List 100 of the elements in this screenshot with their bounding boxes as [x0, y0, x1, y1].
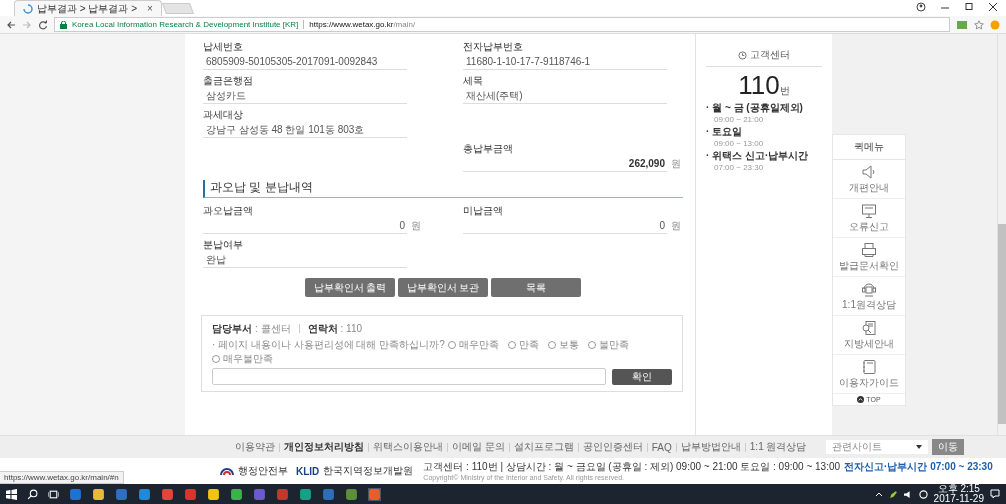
app-icon[interactable]	[345, 487, 358, 501]
status-url: https://www.wetax.go.kr/main/#n	[0, 471, 124, 484]
maximize-icon[interactable]	[964, 1, 974, 12]
field-label: 총납부금액	[463, 142, 514, 155]
field-label: 분납여부	[203, 238, 244, 251]
scrollbar[interactable]	[997, 34, 1006, 435]
contact-value: : 110	[340, 322, 363, 335]
department-value: : 콜센터	[255, 322, 291, 335]
quick-menu-item[interactable]: 오류신고	[833, 199, 905, 238]
field-label: 전자납부번호	[463, 40, 524, 53]
field-value: 0	[203, 218, 407, 234]
survey-question: · 페이지 내용이나 사용편리성에 대해 만족하십니까?	[212, 338, 445, 351]
field-label: 미납금액	[463, 204, 504, 217]
search-icon[interactable]	[27, 488, 38, 500]
rating-option[interactable]: 매우만족	[447, 338, 499, 351]
url-text: https://www.wetax.go.kr/main/	[309, 20, 416, 29]
comment-field[interactable]	[212, 368, 606, 385]
app-icon[interactable]	[299, 487, 312, 501]
footer-link[interactable]: 위택스이용안내	[373, 440, 443, 454]
institute-name: 한국지역정보개발원	[323, 464, 414, 478]
lock-icon	[60, 20, 67, 29]
address-bar[interactable]: Korea Local Information Research & Development Institute [KR] https://www.wetax.go.kr/main/	[54, 17, 950, 32]
app-icon[interactable]	[368, 487, 381, 501]
close-icon[interactable]	[988, 1, 998, 12]
schedule-label: · 월 ~ 금 (공휴일제외)	[706, 101, 804, 115]
tab-close-button[interactable]: ×	[147, 2, 153, 15]
field-label: 과오납금액	[203, 204, 254, 217]
up-arrow-icon	[857, 396, 865, 403]
action-button[interactable]: 납부확인서 보관	[398, 278, 488, 297]
rating-option[interactable]: 만족	[507, 338, 539, 351]
footer-link[interactable]: 설치프로그램	[513, 440, 574, 454]
pen-icon[interactable]	[888, 489, 898, 499]
quick-menu-item[interactable]: 이용자가이드	[833, 355, 905, 394]
phone-number: 110	[738, 70, 780, 100]
field-label: 납세번호	[203, 40, 244, 53]
quick-menu-item[interactable]: 1:1원격상담	[833, 277, 905, 316]
footer-link[interactable]: FAQ	[651, 441, 672, 453]
loading-icon	[23, 3, 33, 14]
quick-menu-item[interactable]: 개편안내	[833, 160, 905, 199]
quick-menu-title: 퀵메뉴	[833, 135, 905, 160]
monitor-icon	[861, 203, 877, 219]
field-value: 0	[463, 218, 667, 234]
rating-option[interactable]: 매우불만족	[212, 352, 273, 365]
field-value: 11680-1-10-17-7-9118746-1	[463, 54, 667, 70]
field-label: 세목	[463, 74, 484, 87]
quick-menu-item[interactable]: 지방세안내	[833, 316, 905, 355]
klid-logo: KLID	[296, 465, 320, 477]
footer-link[interactable]: 개인정보처리방침	[284, 440, 364, 454]
task-view-icon[interactable]	[48, 488, 59, 500]
field-value: 강남구 삼성동 48 한일 101동 803호	[203, 122, 407, 138]
back-icon[interactable]	[6, 19, 16, 30]
unit-text: 원	[671, 219, 681, 233]
confirm-button[interactable]: 확인	[612, 368, 672, 385]
go-button[interactable]: 이동	[932, 439, 965, 455]
action-button[interactable]: 납부확인서 출력	[305, 278, 395, 297]
department-label: 담당부서	[212, 322, 252, 335]
unit-text: 원	[671, 157, 681, 171]
quick-menu-item[interactable]: 발급문서확인	[833, 238, 905, 277]
browser-tab[interactable]: 납부결과 > 납부결과 > ×	[14, 0, 162, 16]
app-icon[interactable]	[230, 487, 243, 501]
related-site-select[interactable]: 관련사이트	[826, 440, 929, 454]
schedule-time: 09:00 ~ 21:00	[713, 115, 765, 125]
rating-option[interactable]: 불만족	[587, 338, 629, 351]
unit-text: 원	[411, 219, 421, 233]
speaker-icon[interactable]	[903, 489, 913, 499]
tab-title: 납부결과 > 납부결과 >	[37, 2, 137, 15]
footer-link[interactable]: 이용약관	[235, 440, 275, 454]
chevron-up-icon[interactable]	[874, 490, 883, 498]
footer-link[interactable]: 이메일 문의	[452, 440, 505, 454]
printer-icon	[861, 242, 877, 258]
windows-logo-icon[interactable]	[6, 488, 17, 500]
star-icon[interactable]	[974, 19, 984, 30]
rating-option[interactable]: 보통	[547, 338, 579, 351]
taskbar-clock[interactable]: 오후 2:15 2017-11-29	[933, 484, 984, 504]
footer-link[interactable]: 공인인증센터	[582, 440, 643, 454]
app-icon[interactable]	[207, 487, 220, 501]
schedule-label: · 위택스 신고·납부시간	[706, 149, 810, 163]
section-title: 과오납 및 분납내역	[203, 180, 683, 198]
app-icon[interactable]	[92, 487, 105, 501]
profile-icon[interactable]	[916, 1, 926, 12]
action-button[interactable]: 목록	[491, 278, 581, 297]
filing-hours: 전자신고·납부시간 07:00 ~ 23:30	[844, 460, 993, 473]
field-value: 재산세(주택)	[463, 88, 667, 104]
field-label: 과세대상	[203, 108, 244, 121]
document-search-icon	[861, 320, 877, 336]
contact-label: 연락처	[307, 322, 338, 335]
footer-link[interactable]: 1:1 원격상담	[749, 440, 807, 454]
dropdown-caret-icon	[916, 445, 923, 449]
reload-icon[interactable]	[38, 19, 48, 30]
app-icon[interactable]	[138, 487, 151, 501]
footer-link[interactable]: 납부방법안내	[680, 440, 741, 454]
notebook-icon	[861, 359, 877, 375]
ministry-name: 행정안전부	[238, 464, 288, 478]
ministry-logo-icon	[220, 466, 234, 476]
field-value: 262,090	[463, 156, 667, 172]
field-value: 6805909-50105305-2017091-0092843	[203, 54, 407, 70]
clock-icon	[738, 50, 747, 60]
site-identity: Korea Local Information Research & Development Institute [KR]	[72, 20, 299, 29]
notification-icon[interactable]	[990, 489, 1000, 499]
schedule-label: · 토요일	[706, 125, 744, 139]
